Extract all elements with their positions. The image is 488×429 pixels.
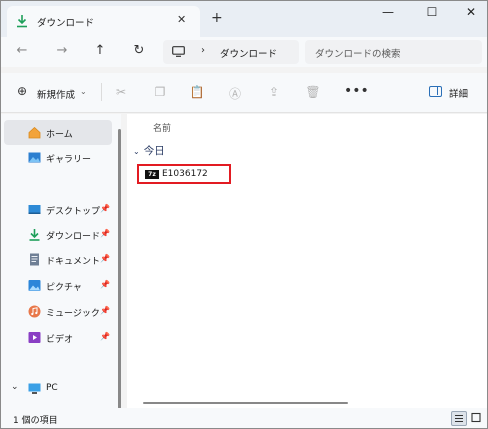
forward-button[interactable]: → xyxy=(53,43,71,61)
sidebar-item-documents[interactable]: ドキュメント 📌 xyxy=(4,247,112,272)
home-icon xyxy=(28,126,41,139)
minimize-button[interactable]: — xyxy=(378,5,398,19)
tiles-view-icon xyxy=(471,412,481,423)
navigation-pane: ホーム ギャラリー デスクトップ 📌 ダウンロード 📌 ドキュメント 📌 ピクチ… xyxy=(1,114,121,409)
details-label: 詳細 xyxy=(449,89,469,100)
music-icon xyxy=(28,305,41,318)
sidebar-item-pictures[interactable]: ピクチャ 📌 xyxy=(4,273,112,298)
sidebar-item-label: ギャラリー xyxy=(46,155,92,165)
expand-chevron-icon[interactable]: ⌄ xyxy=(11,382,19,392)
sidebar-item-videos[interactable]: ビデオ 📌 xyxy=(4,325,112,350)
new-tab-button[interactable]: + xyxy=(211,10,223,26)
documents-icon xyxy=(30,253,39,266)
close-window-button[interactable]: ✕ xyxy=(461,5,481,19)
breadcrumb-downloads[interactable]: ダウンロード xyxy=(220,46,277,60)
tab-close-icon[interactable]: ✕ xyxy=(177,13,186,26)
sidebar-item-music[interactable]: ミュージック 📌 xyxy=(4,299,112,324)
sidebar-item-pc[interactable]: ⌄ PC xyxy=(4,376,112,401)
chevron-down-icon: ⌄ xyxy=(133,147,140,156)
status-bar: 1 個の項目 xyxy=(1,408,487,428)
gallery-icon xyxy=(28,152,41,163)
file-explorer-window: ダウンロード ✕ + — ☐ ✕ ← → ↑ ↻ › ダウンロード ダウンロード… xyxy=(0,0,488,429)
group-header-today[interactable]: ⌄ 今日 xyxy=(133,143,165,158)
tab-downloads[interactable]: ダウンロード ✕ xyxy=(7,6,200,37)
search-placeholder: ダウンロードの検索 xyxy=(315,49,401,60)
maximize-button[interactable]: ☐ xyxy=(422,5,442,19)
sidebar-item-label: ピクチャ xyxy=(46,283,82,293)
sidebar-item-downloads[interactable]: ダウンロード 📌 xyxy=(4,222,112,247)
rename-icon[interactable]: Ⓐ xyxy=(227,85,243,101)
download-icon xyxy=(17,15,27,28)
sidebar-scrollbar[interactable] xyxy=(118,129,121,409)
sidebar-item-label: ホーム xyxy=(46,130,73,140)
chevron-down-icon: ⌄ xyxy=(80,87,87,96)
toolbar-divider xyxy=(101,83,102,101)
download-icon xyxy=(29,229,40,241)
up-button[interactable]: ↑ xyxy=(91,43,109,61)
refresh-button[interactable]: ↻ xyxy=(130,43,148,61)
back-button[interactable]: ← xyxy=(13,43,31,61)
group-label: 今日 xyxy=(143,145,165,157)
column-header-name[interactable]: 名前 xyxy=(153,121,171,134)
desktop-icon xyxy=(28,205,41,214)
details-pane-icon xyxy=(429,86,442,97)
share-icon[interactable]: ⇪ xyxy=(266,85,282,101)
delete-icon[interactable]: 🗑 xyxy=(305,85,321,101)
list-view-icon xyxy=(455,414,463,423)
item-count: 1 個の項目 xyxy=(13,416,58,426)
tiles-view-button[interactable] xyxy=(469,411,485,426)
title-bar: ダウンロード ✕ + — ☐ ✕ xyxy=(1,1,487,37)
pin-icon[interactable]: 📌 xyxy=(100,332,110,341)
paste-icon[interactable]: 📋 xyxy=(189,85,205,101)
details-view-button[interactable] xyxy=(451,411,467,426)
sidebar-item-label: ドキュメント xyxy=(46,257,101,267)
new-button-label: 新規作成 xyxy=(37,90,76,101)
pc-icon xyxy=(172,46,185,57)
sidebar-item-label: デスクトップ xyxy=(46,207,101,217)
file-list-pane: 名前 ⌄ 今日 7z E1036172 xyxy=(127,114,487,408)
7z-archive-icon: 7z xyxy=(145,170,159,179)
video-icon xyxy=(28,332,41,343)
address-bar[interactable]: › ダウンロード xyxy=(163,40,299,64)
horizontal-scrollbar[interactable] xyxy=(143,402,348,404)
sidebar-item-label: PC xyxy=(46,383,58,393)
tab-title: ダウンロード xyxy=(37,18,95,29)
address-row: ← → ↑ ↻ › ダウンロード ダウンロードの検索 xyxy=(1,37,487,67)
file-item[interactable]: 7z E1036172 xyxy=(137,164,231,184)
sidebar-item-home[interactable]: ホーム xyxy=(4,120,112,145)
command-bar: ⊕ 新規作成 ⌄ ✂ ❐ 📋 Ⓐ ⇪ 🗑 ••• 詳細 xyxy=(1,73,487,113)
sidebar-item-desktop[interactable]: デスクトップ 📌 xyxy=(4,197,112,222)
pin-icon[interactable]: 📌 xyxy=(100,254,110,263)
pc-icon xyxy=(28,383,41,394)
sidebar-item-label: ミュージック xyxy=(46,309,100,319)
copy-icon[interactable]: ❐ xyxy=(152,85,168,101)
plus-circle-icon: ⊕ xyxy=(17,84,28,98)
pin-icon[interactable]: 📌 xyxy=(100,306,110,315)
file-name: E1036172 xyxy=(162,169,208,179)
sidebar-item-label: ビデオ xyxy=(46,335,74,345)
sidebar-item-gallery[interactable]: ギャラリー xyxy=(4,145,112,170)
search-input[interactable]: ダウンロードの検索 xyxy=(305,40,482,64)
cut-icon[interactable]: ✂ xyxy=(113,85,129,101)
path-separator: › xyxy=(201,45,205,56)
pictures-icon xyxy=(28,280,41,291)
more-options-button[interactable]: ••• xyxy=(344,83,369,99)
sidebar-item-label: ダウンロード xyxy=(46,232,101,242)
pin-icon[interactable]: 📌 xyxy=(100,229,110,238)
pin-icon[interactable]: 📌 xyxy=(100,204,110,213)
pin-icon[interactable]: 📌 xyxy=(100,280,110,289)
